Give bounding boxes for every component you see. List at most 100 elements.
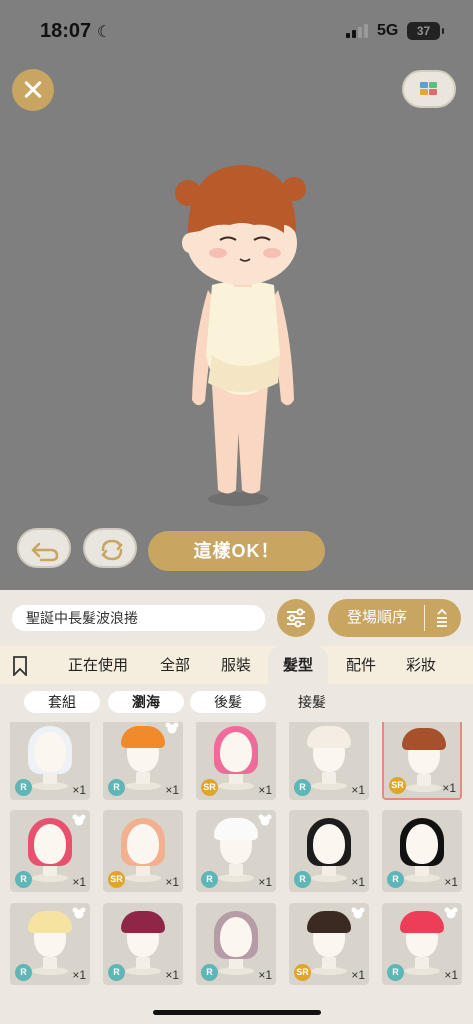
hair-item[interactable]: SR ×1 [382,722,462,800]
rarity-badge: R [15,964,32,981]
hair-item[interactable]: SR ×1 [289,903,369,985]
mannequin-stand [43,957,57,969]
rarity-badge: R [108,779,125,796]
tab-in-use[interactable]: 正在使用 [56,646,140,684]
hair-item[interactable]: R ×1 [10,903,90,985]
item-quantity: ×1 [165,783,179,797]
hair-preview [307,726,351,748]
bear-icon [165,722,179,734]
hair-item[interactable]: R ×1 [382,903,462,985]
mannequin-head [313,824,345,864]
item-quantity: ×1 [258,875,272,889]
hair-item[interactable]: R ×1 [289,810,369,892]
sort-button[interactable]: 登場順序 [328,599,461,637]
item-quantity: ×1 [72,783,86,797]
rarity-badge: R [294,871,311,888]
hair-item[interactable]: SR ×1 [103,810,183,892]
item-quantity: ×1 [444,875,458,889]
rarity-badge: SR [201,779,218,796]
network-label: 5G [377,22,399,39]
item-grid: R ×1 R ×1 SR ×1 R ×1 SR ×1 R ×1 SR ×1 R ×1 R ×1 R ×1 R ×1 R ×1 R… [0,722,473,1024]
item-quantity: ×1 [165,968,179,982]
clock: 18:07 [40,20,92,42]
subtab-set[interactable]: 套組 [24,691,100,713]
rarity-badge: SR [108,871,125,888]
hair-item[interactable]: R ×1 [103,722,183,800]
status-bar: 18:07 ☾ 5G 37 [0,0,473,60]
item-quantity: ×1 [351,968,365,982]
mannequin-head [406,824,438,864]
home-indicator [153,1010,321,1015]
item-quantity: ×1 [258,783,272,797]
bear-icon [258,814,272,826]
hair-preview [121,911,165,933]
refresh-icon [101,539,123,561]
hair-preview [400,911,444,933]
mannequin-head [220,732,252,772]
sliders-icon [287,608,305,628]
mannequin-head [220,917,252,957]
rarity-badge: SR [389,777,406,794]
divider [424,605,425,631]
mannequin-stand [136,772,150,784]
hair-preview [214,818,258,840]
hair-preview [121,726,165,748]
mannequin-stand [136,957,150,969]
mannequin-stand [229,864,243,876]
sort-order-icon[interactable] [435,608,449,628]
confirm-button[interactable]: 這樣OK！ [148,531,325,571]
mannequin-head [34,732,66,772]
item-quantity: ×1 [351,783,365,797]
item-quantity: ×1 [72,875,86,889]
rarity-badge: R [15,871,32,888]
undo-button[interactable] [17,528,71,568]
mannequin-head [34,824,66,864]
sort-label: 登場順序 [347,609,408,626]
hair-item[interactable]: SR ×1 [196,722,276,800]
close-button[interactable] [12,69,54,111]
rarity-badge: R [201,964,218,981]
hair-item[interactable]: R ×1 [196,810,276,892]
signal-icon [346,24,370,38]
mannequin-stand [322,957,336,969]
hair-item[interactable]: R ×1 [289,722,369,800]
rarity-badge: R [387,871,404,888]
item-quantity: ×1 [351,875,365,889]
moon-icon: ☾ [97,24,112,41]
bear-icon [444,907,458,919]
mannequin-stand [417,774,431,786]
reset-button[interactable] [83,528,137,568]
tab-hairstyle[interactable]: 髮型 [268,646,328,684]
hair-item[interactable]: R ×1 [382,810,462,892]
rarity-badge: R [15,779,32,796]
hair-item[interactable]: R ×1 [10,810,90,892]
tab-makeup[interactable]: 彩妝 [396,646,446,684]
hair-preview [28,911,72,933]
tab-clothing[interactable]: 服裝 [211,646,261,684]
subtab-back-hair[interactable]: 後髮 [190,691,266,713]
bear-icon [72,814,86,826]
hair-preview [307,911,351,933]
item-quantity: ×1 [442,781,456,795]
search-input[interactable]: 聖誕中長髮波浪捲 [12,605,265,631]
tab-accessories[interactable]: 配件 [336,646,386,684]
tab-all[interactable]: 全部 [150,646,200,684]
bookmark-icon[interactable] [12,656,28,676]
color-cube-icon [420,82,438,96]
rarity-badge: SR [294,964,311,981]
rarity-badge: R [201,871,218,888]
color-palette-button[interactable] [402,70,456,108]
hair-item[interactable]: R ×1 [196,903,276,985]
bear-icon [351,907,365,919]
item-quantity: ×1 [258,968,272,982]
rarity-badge: R [294,779,311,796]
subtab-bangs[interactable]: 瀏海 [108,691,184,713]
item-quantity: ×1 [72,968,86,982]
item-quantity: ×1 [444,968,458,982]
hair-item[interactable]: R ×1 [103,903,183,985]
rarity-badge: R [108,964,125,981]
subtab-extensions[interactable]: 接髮 [274,691,350,713]
hair-item[interactable]: R ×1 [10,722,90,800]
mannequin-head [127,824,159,864]
filter-button[interactable] [277,599,315,637]
